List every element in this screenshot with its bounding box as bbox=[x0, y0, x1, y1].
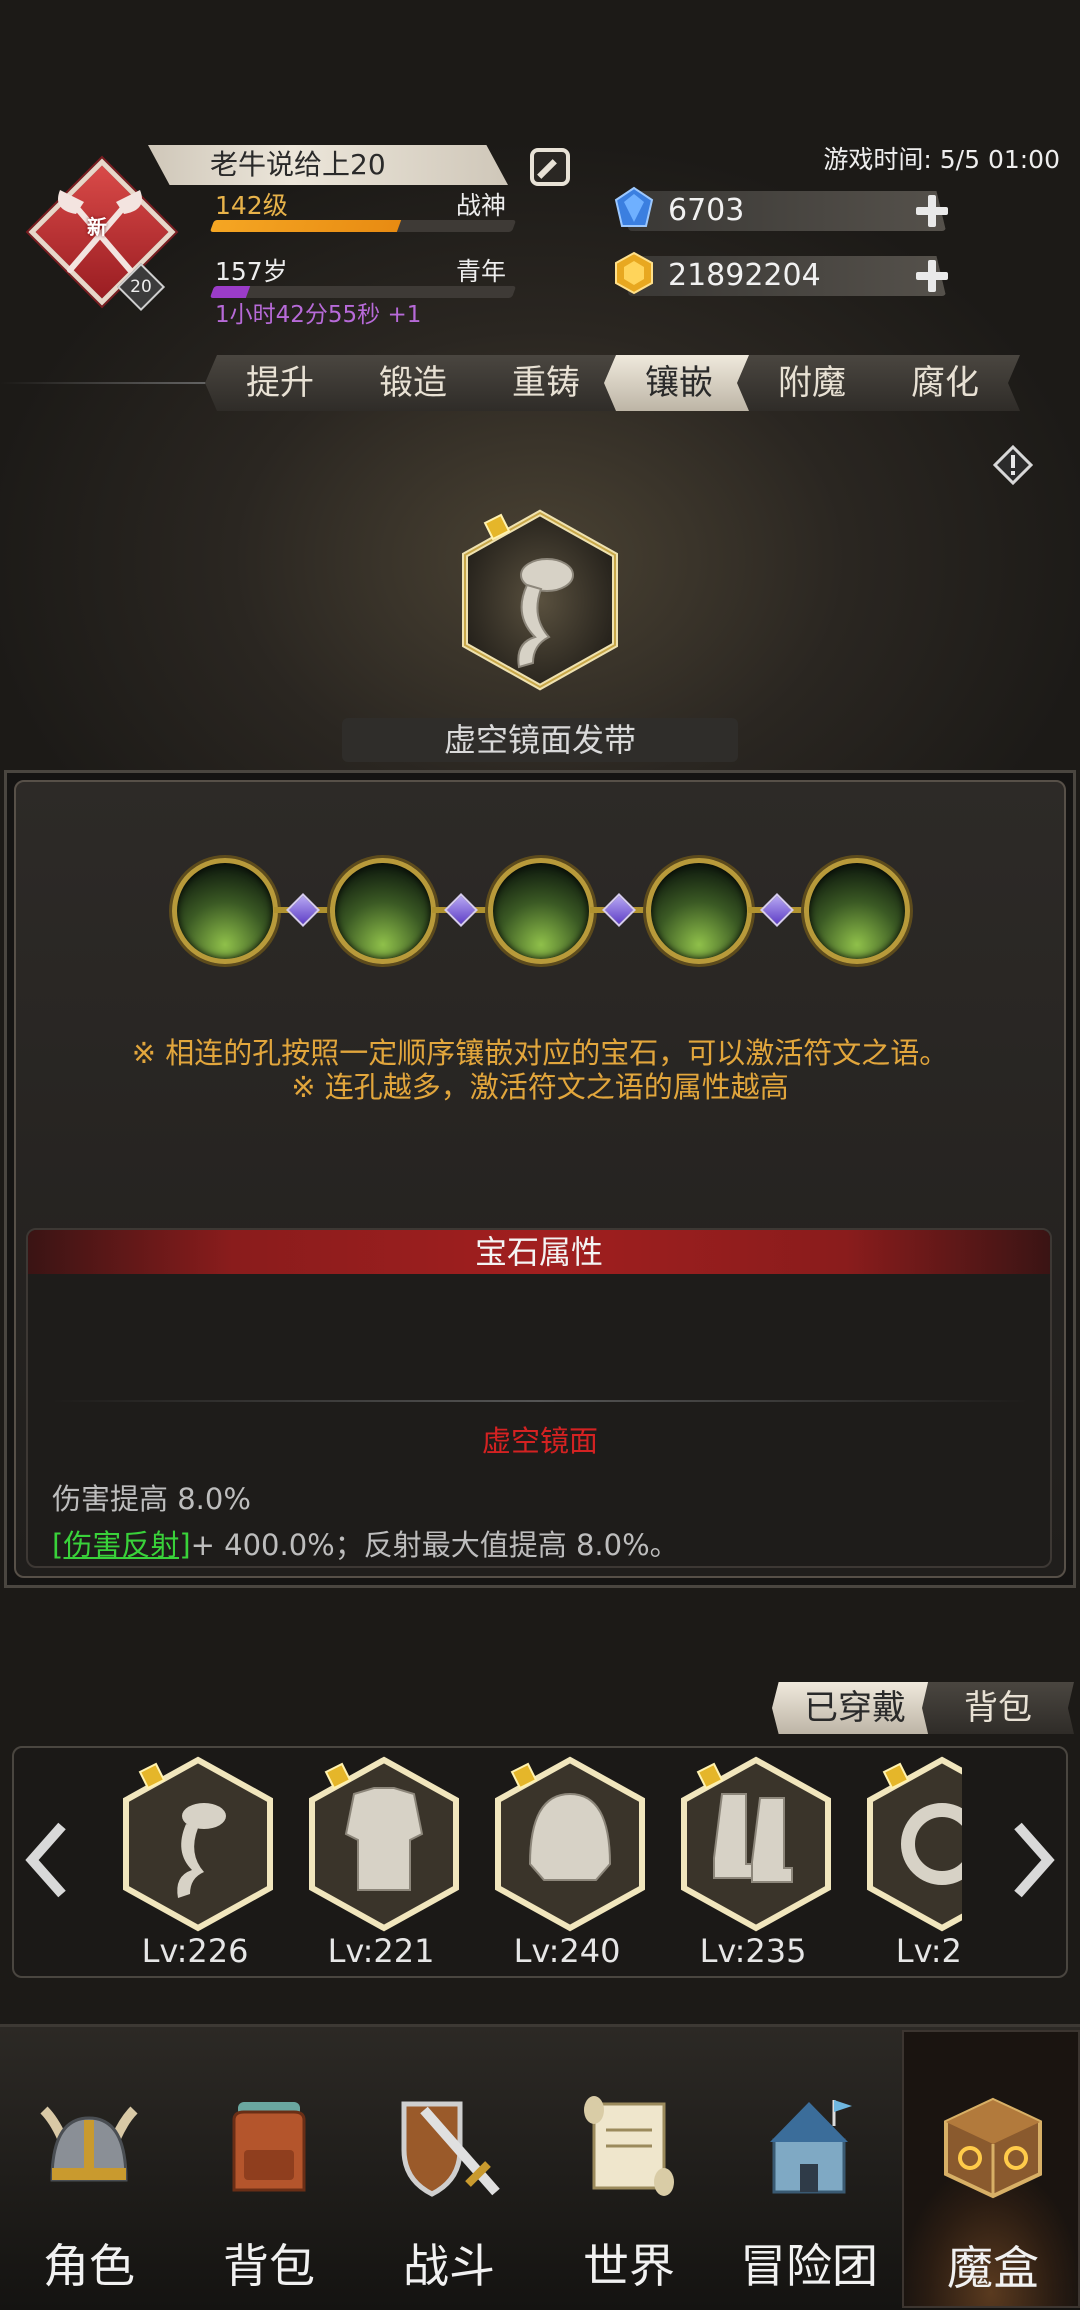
socket-slot-4[interactable] bbox=[646, 858, 752, 964]
info-warning-icon[interactable] bbox=[993, 445, 1033, 485]
socket-slot-5[interactable] bbox=[804, 858, 910, 964]
damage-reflect-keyword[interactable]: [伤害反射] bbox=[52, 1528, 191, 1562]
tab-enchant[interactable]: 附魔 bbox=[737, 355, 887, 411]
game-time: 游戏时间: 5/5 01:00 bbox=[823, 145, 1060, 174]
chevron-left-icon[interactable] bbox=[22, 1820, 72, 1900]
socket-hint-2: ※ 连孔越多，激活符文之语的属性越高 bbox=[291, 1070, 789, 1104]
equipment-level: Lv:221 bbox=[327, 1932, 435, 1970]
diamond-count: 6703 bbox=[668, 193, 745, 228]
attribute-line-1: 伤害提高 8.0% bbox=[52, 1482, 251, 1516]
nav-label: 冒险团 bbox=[740, 2239, 878, 2293]
attribute-line-2-text: + 400.0%；反射最大值提高 8.0%。 bbox=[190, 1528, 679, 1562]
bag-equipment-tab[interactable]: 背包 bbox=[922, 1682, 1074, 1734]
socket-link-4 bbox=[748, 893, 806, 927]
tab-socket[interactable]: 镶嵌 bbox=[604, 355, 754, 411]
item-name: 虚空镜面发带 bbox=[443, 721, 636, 759]
tab-reforge[interactable]: 重铸 bbox=[471, 355, 621, 411]
nav-label: 魔盒 bbox=[947, 2241, 1039, 2295]
tab-forge[interactable]: 锻造 bbox=[338, 355, 488, 411]
gem-attribute-title: 宝石属性 bbox=[474, 1233, 603, 1271]
tab-bar: 提升 锻造 重铸 镶嵌 附魔 腐化 bbox=[205, 355, 1045, 411]
player-name: 老牛说给上20 bbox=[210, 148, 386, 181]
tab-upgrade[interactable]: 提升 bbox=[205, 355, 355, 411]
tab-corrupt[interactable]: 腐化 bbox=[870, 355, 1020, 411]
socket-slot-1[interactable] bbox=[172, 858, 278, 964]
player-level: 142级 bbox=[215, 191, 288, 220]
attribute-divider bbox=[50, 1400, 1030, 1402]
socket-link-3 bbox=[590, 893, 648, 927]
magic-box-icon bbox=[944, 2097, 1042, 2199]
nav-label: 战斗 bbox=[403, 2239, 495, 2293]
equipment-slot-helmet[interactable]: Lv:240 bbox=[482, 1748, 652, 1976]
backpack-icon bbox=[232, 2102, 306, 2192]
equipment-slot-armor[interactable]: Lv:221 bbox=[296, 1748, 466, 1976]
gold-icon bbox=[615, 251, 653, 295]
nav-world[interactable]: 世界 bbox=[540, 2030, 718, 2308]
new-badge: 新 bbox=[87, 215, 107, 239]
worn-equipment-tab[interactable]: 已穿戴 bbox=[772, 1682, 938, 1734]
socket-slot-3[interactable] bbox=[488, 858, 594, 964]
equipment-level: Lv:24 bbox=[895, 1932, 962, 1970]
runeword-name: 虚空镜面 bbox=[481, 1424, 598, 1458]
attribute-line-2: [伤害反射]+ 400.0%；反射最大值提高 8.0%。 bbox=[52, 1522, 679, 1564]
player-age: 157岁 bbox=[215, 257, 288, 286]
age-timer: 1小时42分55秒 +1 bbox=[215, 302, 422, 328]
selected-item-frame[interactable] bbox=[455, 505, 625, 695]
chevron-right-icon[interactable] bbox=[1008, 1820, 1058, 1900]
player-title: 战神 bbox=[455, 191, 506, 220]
helmet-icon bbox=[40, 2106, 138, 2182]
helmet-icon bbox=[528, 1792, 612, 1881]
equipment-slot-headband[interactable]: Lv:226 bbox=[110, 1748, 280, 1976]
nav-character[interactable]: 角色 bbox=[0, 2030, 178, 2308]
socket-link-1 bbox=[274, 893, 332, 927]
edit-name-button[interactable] bbox=[530, 148, 570, 186]
equipment-list: Lv:226 Lv:221 Lv:240 Lv:235 Lv:2 bbox=[110, 1748, 962, 1976]
diamond-icon bbox=[614, 186, 654, 227]
sword-shield-icon bbox=[401, 2101, 500, 2197]
equipment-slot-ring[interactable]: Lv:24 bbox=[854, 1748, 962, 1976]
equipment-slot-boots[interactable]: Lv:235 bbox=[668, 1748, 838, 1976]
add-gold-button[interactable] bbox=[914, 258, 950, 294]
nav-magic-box[interactable]: 魔盒 bbox=[902, 2030, 1080, 2308]
gold-count: 21892204 bbox=[668, 258, 821, 293]
equipment-level: Lv:240 bbox=[513, 1932, 621, 1970]
nav-adventure-team[interactable]: 冒险团 bbox=[720, 2030, 898, 2308]
nav-label: 世界 bbox=[583, 2239, 675, 2293]
socket-slot-2[interactable] bbox=[330, 858, 436, 964]
scroll-icon bbox=[584, 2096, 674, 2196]
tab-divider bbox=[0, 382, 215, 384]
castle-icon bbox=[770, 2100, 852, 2194]
socket-link-2 bbox=[432, 893, 490, 927]
nav-backpack[interactable]: 背包 bbox=[180, 2030, 358, 2308]
level-progress-bar bbox=[209, 220, 517, 232]
nav-battle[interactable]: 战斗 bbox=[360, 2030, 538, 2308]
armor-icon bbox=[344, 1787, 424, 1891]
equipment-level: Lv:226 bbox=[141, 1932, 249, 1970]
add-diamond-button[interactable] bbox=[914, 193, 950, 229]
nav-label: 背包 bbox=[223, 2239, 315, 2293]
avatar-level-text: 20 bbox=[130, 277, 152, 297]
nav-label: 角色 bbox=[43, 2239, 135, 2293]
life-stage: 青年 bbox=[455, 257, 506, 286]
equipment-level: Lv:235 bbox=[699, 1932, 807, 1970]
level-progress-fill bbox=[209, 220, 402, 232]
